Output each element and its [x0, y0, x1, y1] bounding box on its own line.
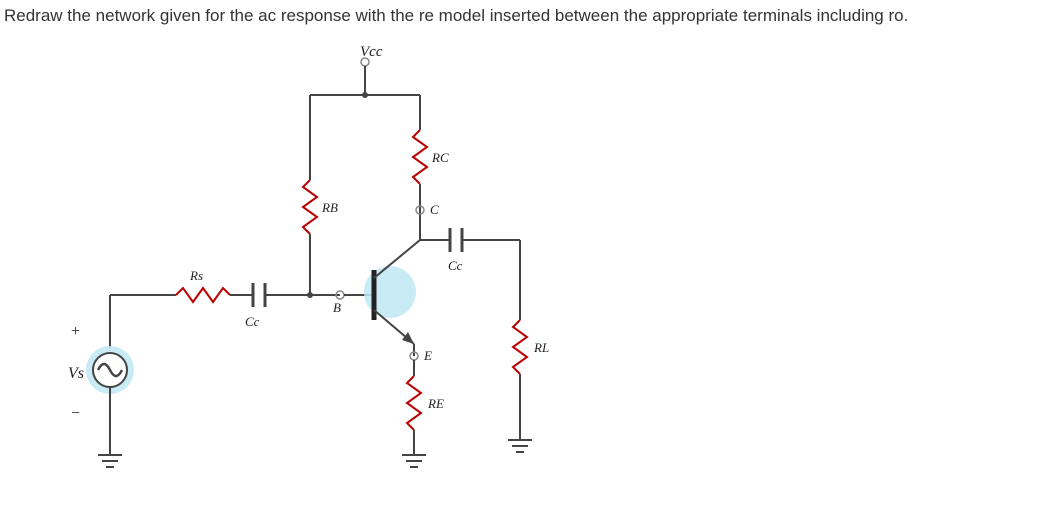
cc2-label: Cc: [448, 258, 463, 273]
resistor-re: [407, 376, 421, 430]
resistor-rs: [176, 288, 230, 302]
rc-label: RC: [431, 150, 449, 165]
plus-label: +: [70, 323, 81, 340]
c-label: C: [430, 202, 439, 217]
vs-label: Vs: [68, 365, 84, 382]
cc1-label: Cc: [245, 314, 260, 329]
e-label: E: [423, 348, 432, 363]
question-text: Redraw the network given for the ac resp…: [4, 6, 908, 26]
vcc-label: Vcc: [360, 44, 383, 60]
rb-label: RB: [321, 200, 338, 215]
resistor-rb: [303, 180, 317, 234]
b-label: B: [333, 300, 341, 315]
circuit-diagram: Vcc RB RC C Cc: [40, 40, 1040, 520]
resistor-rc: [413, 130, 427, 184]
minus-label: −: [70, 405, 81, 422]
re-label: RE: [427, 396, 444, 411]
rs-label: Rs: [189, 268, 203, 283]
rl-label: RL: [533, 340, 549, 355]
resistor-rl: [513, 320, 527, 374]
